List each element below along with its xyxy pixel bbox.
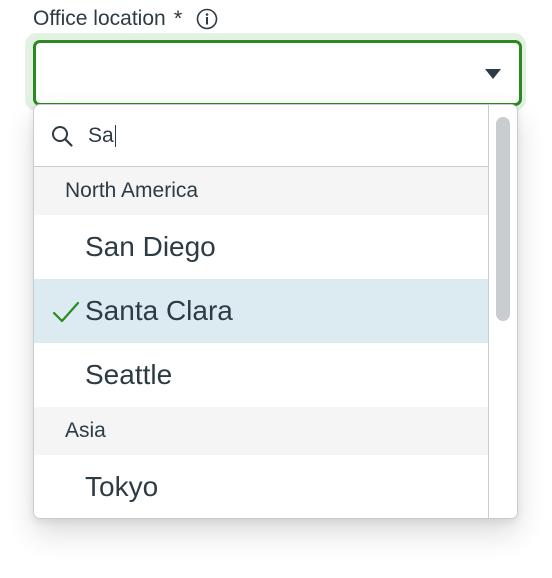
- info-icon[interactable]: [196, 8, 218, 30]
- search-icon: [50, 124, 74, 148]
- field-label-row: Office location *: [33, 4, 218, 34]
- option-label: Seattle: [85, 359, 173, 390]
- required-asterisk: *: [173, 6, 183, 31]
- option-san-diego[interactable]: San Diego: [34, 215, 489, 279]
- options-list: North America San Diego Santa Clara Seat…: [34, 167, 489, 518]
- option-seattle[interactable]: Seattle: [34, 343, 489, 407]
- group-header-north-america: North America: [34, 167, 489, 215]
- option-search[interactable]: Sa: [34, 105, 489, 167]
- option-tokyo[interactable]: Tokyo: [34, 455, 489, 518]
- scrollbar-thumb[interactable]: [496, 117, 510, 321]
- option-santa-clara[interactable]: Santa Clara: [34, 279, 489, 343]
- field-label: Office location: [33, 7, 166, 30]
- scrollbar[interactable]: [488, 105, 517, 518]
- checkmark-icon: [52, 299, 80, 323]
- text-cursor: [114, 124, 116, 147]
- search-input[interactable]: Sa: [88, 124, 116, 148]
- office-location-select[interactable]: [33, 40, 522, 106]
- option-label: San Diego: [85, 231, 216, 262]
- option-label: Santa Clara: [85, 295, 233, 326]
- search-input-value: Sa: [88, 123, 114, 147]
- group-header-asia: Asia: [34, 407, 489, 455]
- caret-down-icon[interactable]: [485, 69, 501, 79]
- options-dropdown: Sa North America San Diego Santa Clara S…: [33, 104, 518, 519]
- option-label: Tokyo: [85, 471, 159, 502]
- office-location-field: Office location * Sa North America San D…: [0, 0, 552, 578]
